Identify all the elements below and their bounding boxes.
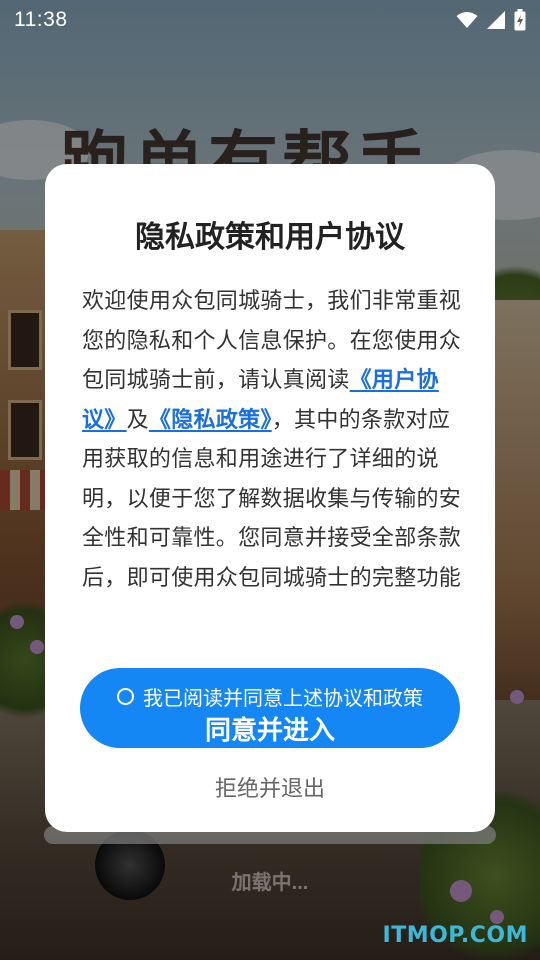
privacy-dialog: 隐私政策和用户协议 欢迎使用众包同城骑士，我们非常重视您的隐私和个人信息保护。在… bbox=[45, 164, 495, 832]
agree-button-label[interactable]: 同意并进入 bbox=[80, 710, 460, 747]
agree-radio-icon[interactable] bbox=[117, 688, 134, 705]
status-time: 11:38 bbox=[14, 8, 68, 31]
dialog-body-text: 欢迎使用众包同城骑士，我们非常重视您的隐私和个人信息保护。在您使用众包同城骑士前… bbox=[82, 282, 462, 598]
battery-charging-icon bbox=[514, 9, 526, 31]
signal-icon bbox=[486, 10, 506, 30]
agree-and-enter-button[interactable]: 我已阅读并同意上述协议和政策 同意并进入 bbox=[80, 668, 460, 748]
status-icons bbox=[456, 9, 526, 31]
wifi-icon bbox=[456, 11, 478, 29]
body-text-conjunction: 及 bbox=[126, 407, 149, 433]
reject-and-exit-button[interactable]: 拒绝并退出 bbox=[160, 770, 380, 810]
watermark: ITMOP.COM bbox=[382, 923, 528, 948]
dialog-title: 隐私政策和用户协议 bbox=[135, 220, 405, 255]
agree-checkbox-label[interactable]: 我已阅读并同意上述协议和政策 bbox=[143, 682, 423, 711]
privacy-policy-link[interactable]: 《隐私政策》 bbox=[149, 408, 272, 433]
body-text-continued: ，其中的条款对应用获取的信息和用途进行了详细的说明，以便于您了解数据收集与传输的… bbox=[82, 407, 462, 591]
agree-checkbox-row[interactable]: 我已阅读并同意上述协议和政策 bbox=[80, 682, 460, 711]
status-bar: 11:38 bbox=[0, 0, 540, 40]
